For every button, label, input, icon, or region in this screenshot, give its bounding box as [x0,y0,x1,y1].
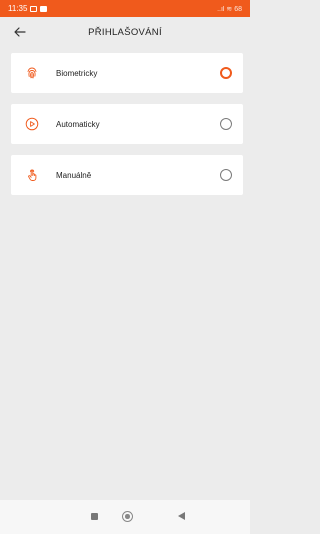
option-biometric[interactable]: Biometricky [11,53,243,93]
status-indicators-text: ..ıl ≋ 68 [217,5,242,13]
app-notification-icon [40,5,48,12]
header: PŘIHLAŠOVÁNÍ [0,17,250,47]
notification-icon [30,5,38,12]
page-title: PŘIHLAŠOVÁNÍ [88,26,162,38]
fingerprint-icon [27,67,37,79]
back-triangle-icon[interactable] [178,512,185,520]
status-left: 11:35 [8,4,48,13]
arrow-left-icon [14,27,26,37]
recents-square-icon[interactable] [91,513,98,520]
option-label-automatic: Automaticky [56,119,100,129]
login-options-list: Biometricky Automaticky Manuálně [11,53,243,206]
status-indicators: ..ıl ≋ 68 [217,5,242,13]
status-time: 11:35 [8,4,28,13]
home-circle-icon[interactable] [122,511,133,522]
hand-tap-icon [28,169,37,181]
status-bar: 11:35 ..ıl ≋ 68 [0,0,250,17]
system-nav-bar [0,500,250,534]
radio-automatic[interactable] [220,118,232,130]
radio-manual[interactable] [220,169,232,181]
option-manual[interactable]: Manuálně [11,155,243,195]
back-button[interactable] [8,20,32,44]
option-label-manual: Manuálně [56,170,92,180]
option-label-biometric: Biometricky [56,68,98,78]
radio-biometric-selected[interactable] [220,67,232,79]
option-automatic[interactable]: Automaticky [11,104,243,144]
play-circle-icon [25,117,39,131]
